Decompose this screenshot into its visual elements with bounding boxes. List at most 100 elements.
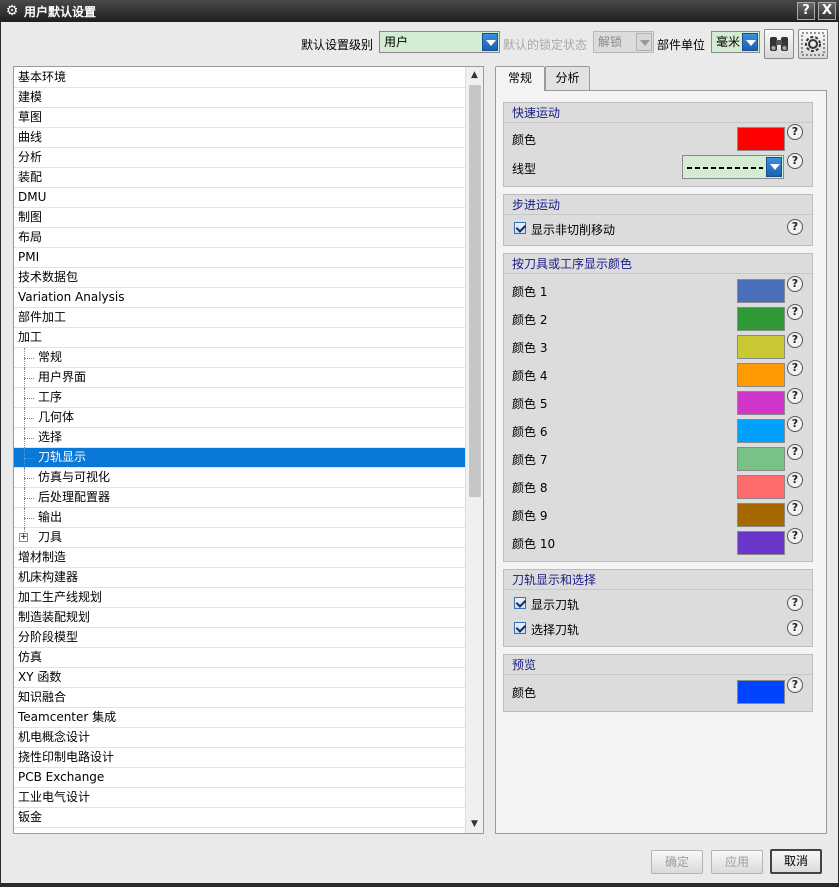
help-icon[interactable]: ?: [787, 388, 803, 404]
tree-item[interactable]: 用户界面: [14, 368, 465, 388]
tree-item[interactable]: 技术数据包: [14, 268, 465, 288]
tree-item[interactable]: 曲线: [14, 128, 465, 148]
help-icon[interactable]: ?: [787, 500, 803, 516]
level-select[interactable]: 用户: [379, 31, 500, 53]
tree-item[interactable]: 部件加工: [14, 308, 465, 328]
tree-item-label: 用户界面: [38, 370, 87, 384]
tree-item[interactable]: 机电概念设计: [14, 728, 465, 748]
show-path-row: 显示刀轨 ?: [504, 590, 812, 618]
group-tool-colors: 按刀具或工序显示颜色 颜色 1? 颜色 2? 颜色 3? 颜色 4? 颜色 5? 颜色 6…: [503, 253, 813, 562]
scroll-up-icon[interactable]: ▲: [466, 67, 483, 84]
tree-item[interactable]: 输出: [14, 508, 465, 528]
lock-label: 默认的锁定状态: [503, 38, 588, 52]
preview-color-swatch[interactable]: [737, 680, 785, 704]
tool-color-swatch[interactable]: [737, 503, 785, 527]
tree-item[interactable]: 几何体: [14, 408, 465, 428]
tree-item[interactable]: 基本环境: [14, 68, 465, 88]
tree-item[interactable]: 制造装配规划: [14, 608, 465, 628]
tree-item[interactable]: PMI: [14, 248, 465, 268]
tool-color-swatch[interactable]: [737, 419, 785, 443]
tree-item[interactable]: 草图: [14, 108, 465, 128]
tree-item[interactable]: 装配: [14, 168, 465, 188]
tree-item[interactable]: 工业电气设计: [14, 788, 465, 808]
ok-button[interactable]: 确定: [651, 850, 703, 874]
tab-general[interactable]: 常规: [495, 66, 545, 91]
tree-item[interactable]: 建模: [14, 88, 465, 108]
show-path-checkbox[interactable]: [514, 597, 526, 609]
tool-color-swatch[interactable]: [737, 531, 785, 555]
tree-item[interactable]: 分析: [14, 148, 465, 168]
tool-color-label: 颜色 6: [512, 425, 548, 439]
help-icon[interactable]: ?: [787, 304, 803, 320]
tree-scrollbar[interactable]: ▲ ▼: [465, 67, 483, 833]
tree-item[interactable]: 钣金: [14, 808, 465, 828]
tree-item[interactable]: DMU: [14, 188, 465, 208]
tree-item[interactable]: 加工生产线规划: [14, 588, 465, 608]
tool-color-swatch[interactable]: [737, 391, 785, 415]
tab-analysis[interactable]: 分析: [545, 66, 590, 90]
help-icon[interactable]: ?: [787, 219, 803, 235]
tree-item[interactable]: 增材制造: [14, 548, 465, 568]
help-icon[interactable]: ?: [787, 595, 803, 611]
scroll-thumb[interactable]: [469, 85, 481, 497]
help-icon[interactable]: ?: [787, 153, 803, 169]
tool-color-label: 颜色 1: [512, 285, 548, 299]
tree-item[interactable]: 分阶段模型: [14, 628, 465, 648]
tree-item[interactable]: PCB Exchange: [14, 768, 465, 788]
help-icon[interactable]: ?: [787, 620, 803, 636]
tree-item[interactable]: 机床构建器: [14, 568, 465, 588]
tree-item[interactable]: Variation Analysis: [14, 288, 465, 308]
help-icon[interactable]: ?: [787, 472, 803, 488]
show-noncut-checkbox[interactable]: [514, 222, 526, 234]
tree-item[interactable]: Teamcenter 集成: [14, 708, 465, 728]
find-button[interactable]: [764, 29, 794, 59]
tree-item[interactable]: 仿真与可视化: [14, 468, 465, 488]
linetype-select[interactable]: [682, 155, 784, 179]
tree-item-label: 后处理配置器: [38, 490, 111, 504]
tree-item[interactable]: + 刀具: [14, 528, 465, 548]
help-icon[interactable]: ?: [787, 677, 803, 693]
rapid-color-swatch[interactable]: [737, 127, 785, 151]
tree-item[interactable]: 布局: [14, 228, 465, 248]
help-icon[interactable]: ?: [787, 332, 803, 348]
tree-item[interactable]: 常规: [14, 348, 465, 368]
apply-button[interactable]: 应用: [711, 850, 763, 874]
lock-select[interactable]: 解锁: [593, 31, 654, 53]
level-label: 默认设置级别: [301, 38, 374, 52]
tool-color-swatch[interactable]: [737, 335, 785, 359]
tool-color-swatch[interactable]: [737, 475, 785, 499]
tree-item[interactable]: 刀轨显示: [14, 448, 465, 468]
scroll-down-icon[interactable]: ▼: [466, 816, 483, 833]
tool-color-swatch[interactable]: [737, 307, 785, 331]
select-path-checkbox[interactable]: [514, 622, 526, 634]
dashed-line-icon: [687, 167, 763, 169]
tree-item[interactable]: 仿真: [14, 648, 465, 668]
tree-item[interactable]: 知识融合: [14, 688, 465, 708]
expand-icon[interactable]: +: [19, 533, 28, 542]
help-icon[interactable]: ?: [787, 124, 803, 140]
tool-color-swatch[interactable]: [737, 279, 785, 303]
help-icon[interactable]: ?: [787, 276, 803, 292]
tree-item[interactable]: 加工: [14, 328, 465, 348]
settings-button[interactable]: [798, 29, 828, 59]
tree-item[interactable]: 后处理配置器: [14, 488, 465, 508]
tool-color-swatch[interactable]: [737, 447, 785, 471]
tree-item[interactable]: XY 函数: [14, 668, 465, 688]
unit-select[interactable]: 毫米: [711, 31, 760, 53]
help-button[interactable]: ?: [797, 2, 815, 20]
tool-color-row: 颜色 5?: [504, 388, 812, 416]
tree-item[interactable]: 选择: [14, 428, 465, 448]
tree-item[interactable]: 挠性印制电路设计: [14, 748, 465, 768]
help-icon[interactable]: ?: [787, 416, 803, 432]
tree-item[interactable]: 制图: [14, 208, 465, 228]
chevron-down-icon: [766, 157, 782, 177]
help-icon[interactable]: ?: [787, 444, 803, 460]
help-icon[interactable]: ?: [787, 360, 803, 376]
tree-item[interactable]: 工序: [14, 388, 465, 408]
close-button[interactable]: X: [818, 2, 836, 20]
category-tree[interactable]: 基本环境 建模 草图 曲线 分析 装配 DMU 制图 布局 PMI 技术数据包 Variation A…: [13, 66, 484, 834]
cancel-button[interactable]: 取消: [770, 849, 822, 874]
tool-color-label: 颜色 9: [512, 509, 548, 523]
tool-color-swatch[interactable]: [737, 363, 785, 387]
help-icon[interactable]: ?: [787, 528, 803, 544]
